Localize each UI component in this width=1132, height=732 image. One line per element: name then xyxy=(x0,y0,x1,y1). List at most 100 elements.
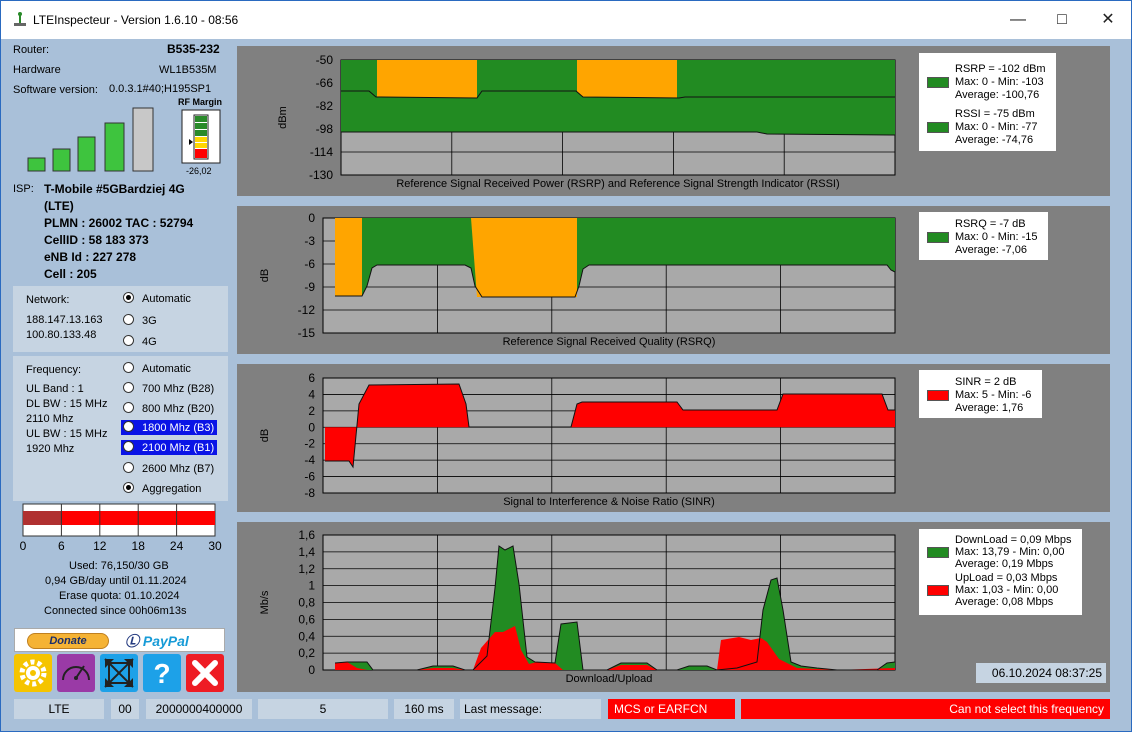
throughput-legend: DownLoad = 0,09 Mbps Max: 13,79 - Min: 0… xyxy=(919,529,1082,615)
sinr-y-tick: 0 xyxy=(308,420,315,434)
rssi-average: Average: -74,76 xyxy=(955,134,1034,146)
quota-tick-label: 6 xyxy=(58,539,65,553)
quota-used-text: Used: 76,150/30 GB xyxy=(69,560,169,572)
mcs-earfcn-field: MCS or EARFCN xyxy=(608,699,735,719)
rssi-current: RSSI = -75 dBm xyxy=(955,108,1035,120)
maximize-button[interactable]: □ xyxy=(1051,9,1073,31)
download-maxmin: Max: 13,79 - Min: 0,00 xyxy=(955,546,1065,558)
window-close-button[interactable]: ✕ xyxy=(1097,9,1119,31)
quota-tick-label: 12 xyxy=(93,539,107,553)
sinr-chart-panel: 6 4 2 0 -2 -4 -6 -8 dB Signal to Interference & N… xyxy=(237,364,1110,512)
router-value: B535-232 xyxy=(167,42,220,56)
software-value: 0.0.3.1#40;H195SP1 xyxy=(109,83,212,95)
rsrp-y-tick: -50 xyxy=(316,53,334,67)
rsrq-y-tick: -15 xyxy=(298,326,316,340)
download-average: Average: 0,19 Mbps xyxy=(955,558,1054,570)
dl-y-axis-label: Mb/s xyxy=(259,590,271,614)
quota-tick-label: 18 xyxy=(132,539,146,553)
rf-margin-value: -26,02 xyxy=(186,166,212,176)
rsrp-orange-segment-1 xyxy=(377,60,477,98)
rsrp-y-tick: -66 xyxy=(316,76,334,90)
sinr-maxmin: Max: 5 - Min: -6 xyxy=(955,389,1032,401)
rsrq-swatch xyxy=(927,232,949,243)
freq-radio-b28[interactable]: 700 Mhz (B28) xyxy=(123,382,214,395)
rsrp-swatch xyxy=(927,77,949,88)
quota-tick-label: 0 xyxy=(20,539,27,553)
rf-margin-label: RF Margin xyxy=(178,97,222,107)
dl-frequency: 2110 Mhz xyxy=(26,413,74,425)
rsrq-y-tick: -12 xyxy=(298,303,316,317)
radio-dot xyxy=(123,362,134,373)
error-message: Can not select this frequency xyxy=(741,699,1110,719)
rsrq-orange-segment-2 xyxy=(471,218,577,297)
status-latency: 160 ms xyxy=(394,699,454,719)
timestamp: 06.10.2024 08:37:25 xyxy=(976,663,1106,683)
last-message-label: Last message: xyxy=(460,699,601,719)
sinr-title: Signal to Interference & Noise Ratio (SI… xyxy=(503,496,715,508)
app-window: LTEInspecteur - Version 1.6.10 - 08:56 —… xyxy=(0,0,1132,732)
freq-radio-b1[interactable]: 2100 Mhz (B1) xyxy=(121,440,217,455)
sinr-legend: SINR = 2 dB Max: 5 - Min: -6 Average: 1,… xyxy=(919,370,1042,418)
router-label: Router: xyxy=(13,44,50,56)
status-value: 5 xyxy=(258,699,388,719)
freq-radio-automatic[interactable]: Automatic xyxy=(123,362,191,375)
rsrp-y-tick: -98 xyxy=(316,122,334,136)
sinr-y-tick: -4 xyxy=(304,453,315,467)
rsrq-current: RSRQ = -7 dB xyxy=(955,218,1026,230)
hardware-label: Hardware xyxy=(13,64,61,76)
rsrp-average: Average: -100,76 xyxy=(955,89,1040,101)
hardware-value: WL1B535M xyxy=(159,64,217,76)
rssi-swatch xyxy=(927,122,949,133)
status-mode: LTE xyxy=(14,699,104,719)
dl-title: Download/Upload xyxy=(566,673,653,685)
ip-address-1: 188.147.13.163 xyxy=(26,314,103,326)
cell-number: Cell : 205 xyxy=(44,267,97,281)
sinr-y-tick: 4 xyxy=(308,387,315,401)
software-label: Software version: xyxy=(13,84,98,96)
quota-per-day-text: 0,94 GB/day until 01.11.2024 xyxy=(45,575,187,587)
freq-radio-b20[interactable]: 800 Mhz (B20) xyxy=(123,402,214,415)
radio-dot xyxy=(123,421,134,432)
rsrp-maxmin: Max: 0 - Min: -103 xyxy=(955,76,1044,88)
settings-gear-icon[interactable] xyxy=(14,654,52,692)
rsrq-y-tick: -3 xyxy=(304,234,315,248)
network-radio-3g[interactable]: 3G xyxy=(123,314,157,327)
minimize-button[interactable]: — xyxy=(1007,9,1029,31)
sinr-y-tick: -8 xyxy=(304,486,315,500)
network-radio-4g[interactable]: 4G xyxy=(123,335,157,348)
radio-dot xyxy=(123,402,134,413)
dl-y-tick: 0,6 xyxy=(298,612,315,626)
help-question-icon[interactable]: ? xyxy=(143,654,181,692)
rsrq-y-tick: -6 xyxy=(304,257,315,271)
network-label: Network: xyxy=(26,294,70,306)
rsrq-average: Average: -7,06 xyxy=(955,244,1027,256)
rsrp-y-axis-label: dBm xyxy=(277,106,289,129)
network-radio-automatic[interactable]: Automatic xyxy=(123,292,191,305)
dl-y-tick: 0,8 xyxy=(298,596,315,610)
ip-address-2: 100.80.133.48 xyxy=(26,329,97,341)
ul-band: UL Band : 1 xyxy=(26,383,84,395)
sinr-y-tick: -6 xyxy=(304,470,315,484)
radio-dot xyxy=(123,292,134,303)
fullscreen-arrows-icon[interactable] xyxy=(100,654,138,692)
rsrq-y-tick: 0 xyxy=(308,211,315,225)
svg-text:?: ? xyxy=(153,658,170,689)
rsrq-y-tick: -9 xyxy=(304,280,315,294)
quota-tick-label: 24 xyxy=(170,539,184,553)
sinr-average: Average: 1,76 xyxy=(955,402,1024,414)
close-x-icon[interactable] xyxy=(186,654,224,692)
freq-radio-aggregation[interactable]: Aggregation xyxy=(123,482,201,495)
speedometer-icon[interactable] xyxy=(57,654,95,692)
donate-paypal-button[interactable]: Donate Ⓛ PayPal xyxy=(14,628,225,652)
frequency-label: Frequency: xyxy=(26,364,82,376)
cell-id: CellID : 58 183 373 xyxy=(44,233,149,247)
plmn-tac: PLMN : 26002 TAC : 52794 xyxy=(44,216,194,230)
freq-radio-b3[interactable]: 1800 Mhz (B3) xyxy=(121,420,217,435)
paypal-logo: Ⓛ PayPal xyxy=(125,633,189,649)
freq-radio-b7[interactable]: 2600 Mhz (B7) xyxy=(123,462,214,475)
dl-y-tick: 1 xyxy=(308,579,315,593)
title-bar: LTEInspecteur - Version 1.6.10 - 08:56 —… xyxy=(1,1,1131,39)
download-current: DownLoad = 0,09 Mbps xyxy=(955,534,1072,546)
quota-bar: 0 6 12 18 24 30 xyxy=(20,503,222,553)
rsrq-title: Reference Signal Received Quality (RSRQ) xyxy=(503,336,716,348)
